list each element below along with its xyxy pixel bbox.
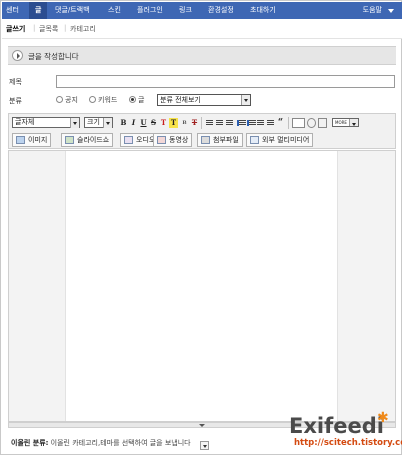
- insert-video-label: 동영상: [169, 136, 189, 144]
- more-select-value: MORE: [335, 120, 347, 125]
- special-char-icon[interactable]: [318, 118, 327, 128]
- category-select-value: 분류 전체보기: [160, 96, 201, 104]
- radio-icon: [56, 96, 63, 103]
- font-family-value: 글자체: [15, 118, 35, 126]
- toolbar-divider: [288, 117, 289, 129]
- text-bgcolor-button[interactable]: T: [169, 118, 178, 128]
- bold-button[interactable]: B: [119, 118, 128, 128]
- video-icon: [157, 136, 166, 144]
- asterisk-logo-icon: ✱: [377, 410, 389, 426]
- subnav-post-list[interactable]: 글목록: [39, 24, 58, 34]
- editor-content[interactable]: [65, 151, 338, 421]
- bold-alt-button[interactable]: B: [180, 118, 189, 128]
- emoticon-icon[interactable]: [307, 118, 316, 128]
- indent-icon[interactable]: [256, 118, 265, 128]
- help-menu[interactable]: 도움말: [363, 2, 382, 19]
- chevron-down-icon[interactable]: [103, 118, 112, 128]
- radio-icon: [89, 96, 96, 103]
- eolin-category-label: 이올린 분류:: [11, 439, 49, 447]
- page-title: 글을 작성합니다: [28, 52, 79, 61]
- title-input[interactable]: [56, 75, 395, 88]
- toolbar-divider: [201, 117, 202, 129]
- insert-image-label: 이미지: [28, 136, 48, 144]
- external-media-icon: [250, 136, 259, 144]
- font-family-select[interactable]: 글자체: [12, 117, 80, 128]
- align-left-icon[interactable]: [205, 118, 214, 128]
- nav-item-link[interactable]: 링크: [179, 2, 192, 19]
- insert-image-button[interactable]: 이미지: [12, 133, 52, 147]
- page-header: 글을 작성합니다: [8, 46, 396, 65]
- chevron-down-icon[interactable]: [349, 119, 358, 126]
- underline-button[interactable]: U: [139, 118, 148, 128]
- eolin-category-text: 이올린 카테고리,테마를 선택하여 글을 보냅니다: [50, 439, 191, 447]
- editor-window: 센터 글 댓글/트랙백 스킨 플러그인 링크 환경설정 초대하기 도움말 글쓰기…: [0, 0, 402, 455]
- chevron-down-icon[interactable]: [241, 95, 250, 105]
- nav-item-center[interactable]: 센터: [6, 2, 19, 19]
- font-size-value: 크기: [87, 118, 100, 126]
- font-size-select[interactable]: 크기: [84, 117, 113, 128]
- subnav-divider: |: [33, 24, 36, 32]
- radio-notice-label: 공지: [65, 96, 78, 104]
- subnav-category[interactable]: 카테고리: [70, 24, 96, 34]
- watermark-url: http://scitech.tistory.com/: [294, 438, 402, 448]
- nav-item-invite[interactable]: 초대하기: [250, 2, 276, 19]
- subnav-write[interactable]: 글쓰기: [6, 24, 25, 34]
- watermark: Exifeedi ✱ http://scitech.tistory.com/: [289, 410, 402, 454]
- eolin-category-row: 이올린 분류: 이올린 카테고리,테마를 선택하여 글을 보냅니다: [11, 438, 191, 448]
- outdent-icon[interactable]: [266, 118, 275, 128]
- numbered-list-icon[interactable]: [246, 118, 256, 128]
- link-icon[interactable]: [292, 118, 305, 128]
- insert-external-media-button[interactable]: 외부 멀티미디어: [246, 133, 314, 147]
- strike-button[interactable]: S: [149, 118, 158, 128]
- insert-attachment-button[interactable]: 첨부파일: [197, 133, 243, 147]
- insert-slideshow-button[interactable]: 슬라이드쇼: [61, 133, 114, 147]
- eolin-category-dropdown-icon[interactable]: [200, 441, 209, 450]
- nav-item-comments[interactable]: 댓글/트랙백: [55, 2, 90, 19]
- editor-area: [8, 150, 396, 422]
- nav-item-skin[interactable]: 스킨: [108, 2, 121, 19]
- text-color-button[interactable]: T: [159, 118, 168, 128]
- nav-item-settings[interactable]: 환경설정: [208, 2, 234, 19]
- attachment-icon: [201, 136, 210, 144]
- chevron-down-icon[interactable]: [70, 118, 79, 128]
- quote-icon[interactable]: “: [276, 118, 285, 128]
- insert-external-media-label: 외부 멀티미디어: [262, 136, 310, 144]
- insert-slideshow-label: 슬라이드쇼: [77, 136, 110, 144]
- nav-item-plugin[interactable]: 플러그인: [137, 2, 163, 19]
- sub-navigation: 글쓰기 | 글목록 | 카테고리: [2, 19, 402, 39]
- subnav-divider: |: [64, 24, 67, 32]
- audio-icon: [124, 136, 133, 144]
- clear-format-button[interactable]: T: [190, 118, 199, 128]
- category-select[interactable]: 분류 전체보기: [157, 94, 251, 106]
- more-select[interactable]: MORE: [332, 118, 359, 127]
- align-right-icon[interactable]: [225, 118, 234, 128]
- help-dropdown-icon[interactable]: [388, 9, 394, 13]
- italic-button[interactable]: I: [129, 118, 138, 128]
- radio-keyword[interactable]: 키워드: [89, 95, 117, 105]
- top-navigation: 센터 글 댓글/트랙백 스킨 플러그인 링크 환경설정 초대하기 도움말: [2, 2, 402, 19]
- play-bullet-icon: [12, 50, 23, 61]
- bullet-list-icon[interactable]: [236, 118, 246, 128]
- watermark-brand: Exifeedi: [289, 414, 384, 438]
- slideshow-icon: [65, 136, 74, 144]
- insert-video-button[interactable]: 동영상: [153, 133, 193, 147]
- image-icon: [16, 136, 25, 144]
- radio-keyword-label: 키워드: [98, 96, 118, 104]
- align-center-icon[interactable]: [215, 118, 224, 128]
- radio-selected-icon: [129, 96, 136, 103]
- editor-toolbar: 글자체 크기 B I U S T T B T “ MORE 이미지 슬라이드쇼 …: [8, 113, 396, 149]
- title-label: 제목: [9, 78, 22, 86]
- radio-post-label: 글: [138, 96, 145, 104]
- radio-notice[interactable]: 공지: [56, 95, 78, 105]
- insert-attachment-label: 첨부파일: [213, 136, 239, 144]
- category-label: 분류: [9, 97, 22, 105]
- nav-item-posts[interactable]: 글: [29, 2, 48, 19]
- radio-post[interactable]: 글: [129, 95, 144, 105]
